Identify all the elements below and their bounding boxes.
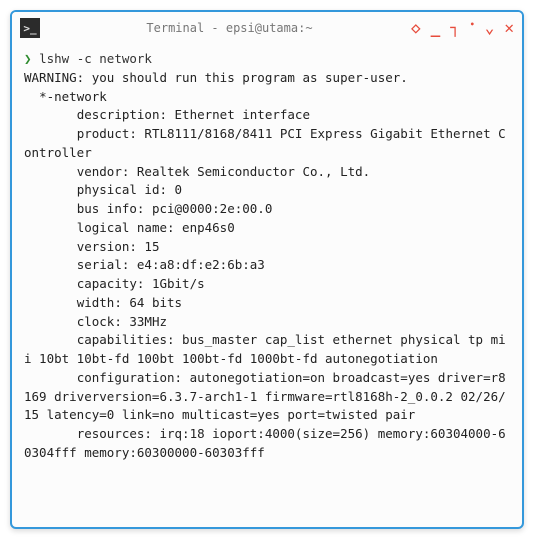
command-text: lshw -c network: [39, 51, 152, 66]
terminal-app-icon: >_: [20, 18, 40, 38]
menu-button[interactable]: ⌄: [485, 20, 495, 36]
prompt-marker: ❯: [24, 51, 32, 66]
titlebar: >_ Terminal - epsi@utama:~ ◇ _ ┐ • ⌄ ✕: [12, 12, 522, 44]
terminal-body[interactable]: ❯ lshw -c network WARNING: you should ru…: [12, 44, 522, 527]
window-title: Terminal - epsi@utama:~: [48, 21, 411, 35]
pin-icon[interactable]: ◇: [411, 20, 421, 36]
terminal-icon-glyph: >_: [23, 23, 36, 34]
minimize-button[interactable]: _: [431, 20, 441, 36]
terminal-window: >_ Terminal - epsi@utama:~ ◇ _ ┐ • ⌄ ✕ ❯…: [10, 10, 524, 529]
close-button[interactable]: ✕: [504, 20, 514, 36]
window-controls: ◇ _ ┐ • ⌄ ✕: [411, 20, 514, 36]
dot-icon[interactable]: •: [470, 21, 475, 29]
maximize-button[interactable]: ┐: [450, 20, 460, 36]
command-output: WARNING: you should run this program as …: [24, 70, 506, 460]
